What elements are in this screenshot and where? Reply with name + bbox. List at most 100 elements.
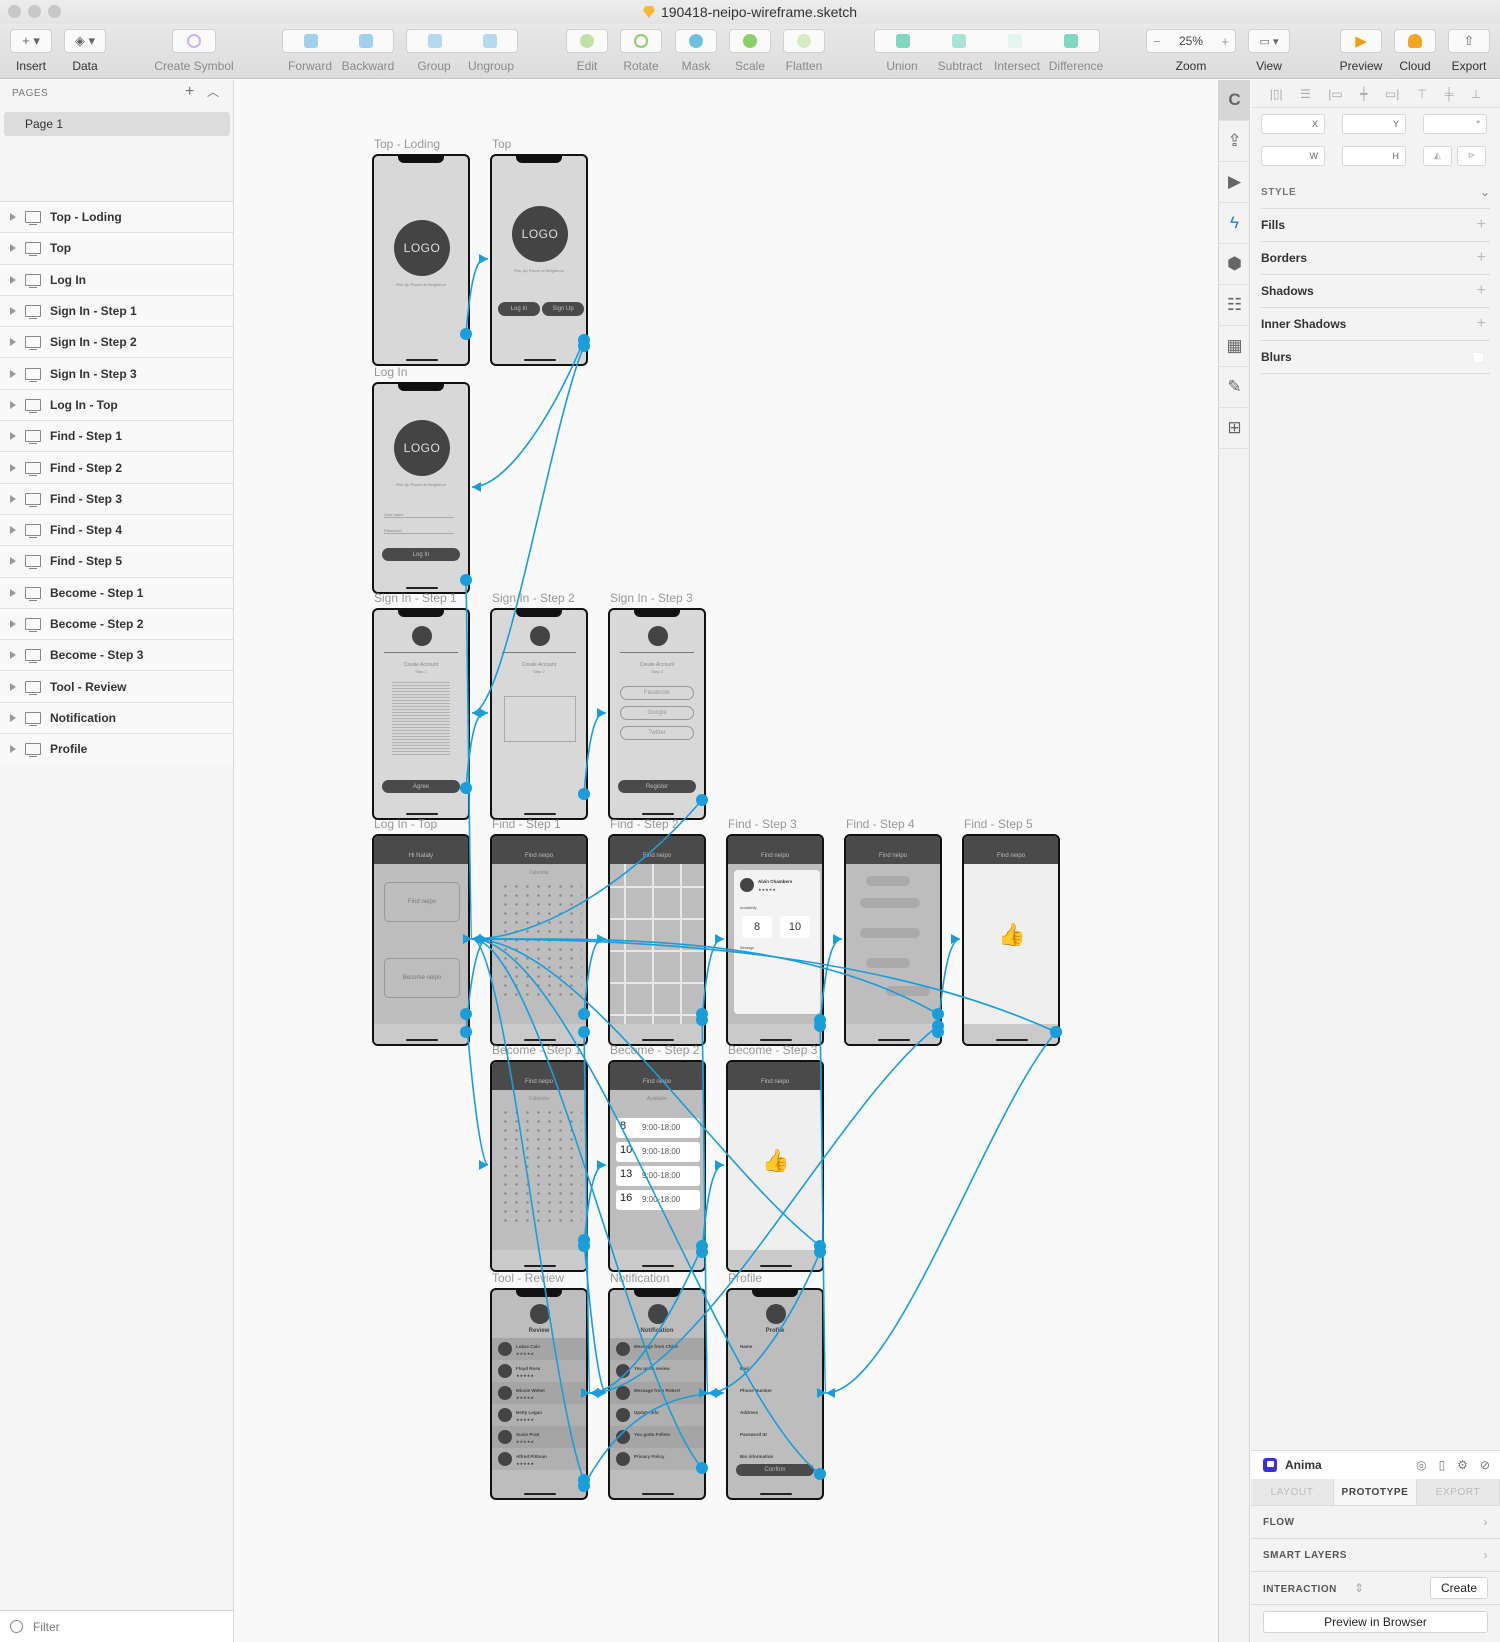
artboard-profile[interactable]: Profile Name Mail Phone Number Address Passwo… (726, 1288, 824, 1500)
tab-bar[interactable] (492, 1250, 586, 1270)
artboard-title[interactable]: Find - Step 5 (964, 817, 1033, 831)
list-row[interactable]: Lukas Cain ★★★★★ (492, 1338, 586, 1360)
artboard-title[interactable]: Sign In - Step 1 (374, 591, 457, 605)
layer-item[interactable]: Sign In - Step 1 (0, 294, 233, 327)
artboard-title[interactable]: Tool - Review (492, 1271, 564, 1285)
artboard-title[interactable]: Find - Step 3 (728, 817, 797, 831)
settings-icon[interactable]: ⚙ (1457, 1458, 1468, 1472)
align-left-icon[interactable]: |▭ (1328, 87, 1342, 101)
list-row[interactable]: Message from Robert (610, 1382, 704, 1404)
layer-item[interactable]: Find - Step 4 (0, 513, 233, 546)
time-slot[interactable]: 16 9:00-18:00 (616, 1190, 700, 1210)
craft-plugin-icon[interactable]: C (1219, 80, 1250, 121)
disclosure-triangle-icon[interactable] (10, 213, 16, 222)
layout-list-icon[interactable]: ☷ (1219, 285, 1250, 326)
layer-item[interactable]: Top (0, 232, 233, 264)
disclosure-triangle-icon[interactable] (10, 557, 16, 566)
upload-icon[interactable]: ⇪ (1219, 121, 1250, 162)
align-middle-icon[interactable]: ╪ (1445, 87, 1454, 101)
id-card-upload[interactable] (504, 696, 576, 742)
flip-vertical-button[interactable]: ⊳ (1457, 146, 1486, 166)
disclosure-triangle-icon[interactable] (10, 651, 16, 660)
disclosure-triangle-icon[interactable] (10, 713, 16, 722)
flip-horizontal-button[interactable]: ◭ (1423, 146, 1452, 166)
forward-icon[interactable] (303, 34, 318, 48)
list-row[interactable]: Floyd Ross ★★★★★ (492, 1360, 586, 1382)
add-page-button[interactable]: + (185, 83, 194, 101)
social-option-button[interactable]: Google (620, 706, 694, 720)
password-field[interactable]: Password (384, 528, 454, 534)
day-chip[interactable]: 8 (742, 916, 772, 938)
disclosure-triangle-icon[interactable] (10, 244, 16, 253)
artboard-title[interactable]: Become - Step 3 (728, 1043, 817, 1057)
list-row[interactable]: Alfred Pittman ★★★★★ (492, 1448, 586, 1470)
disclosure-triangle-icon[interactable] (10, 338, 16, 347)
list-row[interactable]: Betty Logan ★★★★★ (492, 1404, 586, 1426)
page-item-page-1[interactable]: Page 1 (4, 112, 230, 136)
edit-frame-icon[interactable]: ✎ (1219, 367, 1250, 408)
list-row[interactable]: You gotta review (610, 1360, 704, 1382)
add-fill-button[interactable]: + (1477, 216, 1486, 234)
disclosure-triangle-icon[interactable] (10, 369, 16, 378)
height-field[interactable]: H (1342, 146, 1406, 166)
filter-bar[interactable]: Filter (0, 1610, 233, 1642)
disclosure-triangle-icon[interactable] (10, 463, 16, 472)
flatten-button[interactable] (783, 29, 825, 53)
create-interaction-button[interactable]: Create (1429, 1577, 1488, 1599)
list-row[interactable]: Name (728, 1338, 822, 1360)
edit-button[interactable] (566, 29, 608, 53)
list-row[interactable]: Susie Pratt ★★★★★ (492, 1426, 586, 1448)
distribute-vertical-icon[interactable]: ☰ (1300, 87, 1311, 101)
list-row[interactable]: Mail (728, 1360, 822, 1382)
align-bottom-icon[interactable]: ⊥ (1471, 87, 1481, 101)
find-neipo-card[interactable]: Find neipo (384, 882, 460, 922)
layer-item[interactable]: Profile (0, 733, 233, 765)
disclosure-triangle-icon[interactable] (10, 307, 16, 316)
artboard-review[interactable]: Review Lukas Cain ★★★★★ Floyd Ross ★★★★★ Minn… (490, 1288, 588, 1500)
artboard-title[interactable]: Log In (374, 365, 407, 379)
play-icon[interactable]: ▶ (1219, 162, 1250, 203)
artboard-login-top[interactable]: Hi Nataly Find neipo Become neipo (372, 834, 470, 1046)
subtract-icon[interactable] (952, 34, 966, 48)
zoom-out-button[interactable]: − (1153, 34, 1161, 49)
smart-layers-row[interactable]: SMART LAYERS › (1251, 1539, 1500, 1572)
style-section-header[interactable]: STYLE ⌄ (1261, 176, 1490, 209)
map-view[interactable] (610, 864, 704, 1024)
cloud-button[interactable] (1394, 29, 1436, 53)
artboard-find2[interactable]: Find neipo (608, 834, 706, 1046)
artboard-title[interactable]: Top (492, 137, 511, 151)
day-chip[interactable]: 10 (780, 916, 810, 938)
layer-item[interactable]: Log In (0, 263, 233, 295)
duplicate-grid-icon[interactable]: ▦ (1219, 326, 1250, 367)
difference-icon[interactable] (1064, 34, 1078, 48)
view-button[interactable]: ▭ ▾ (1248, 29, 1290, 53)
disclosure-triangle-icon[interactable] (10, 682, 16, 691)
artboard-signin2[interactable]: Create Account Step 2 (490, 608, 588, 820)
create-symbol-button[interactable] (172, 29, 216, 53)
connection-line[interactable] (825, 1031, 1057, 1394)
zoom-in-button[interactable]: + (1221, 34, 1229, 49)
social-option-button[interactable]: Twitter (620, 726, 694, 740)
layer-item[interactable]: Find - Step 5 (0, 545, 233, 577)
x-field[interactable]: X (1261, 114, 1325, 134)
list-row[interactable]: Minnie Weber ★★★★★ (492, 1382, 586, 1404)
login-submit-button[interactable]: Log In (382, 548, 460, 561)
artboard-become1[interactable]: Find neipo Calendar (490, 1060, 588, 1272)
artboard-signin1[interactable]: Create Account Step 1 Agree (372, 608, 470, 820)
canvas[interactable]: Top - Loding LOGO Pick Up Parcel at Neighb… (234, 80, 1218, 1642)
disclosure-triangle-icon[interactable] (10, 745, 16, 754)
width-field[interactable]: W (1261, 146, 1325, 166)
tab-bar[interactable] (492, 1024, 586, 1044)
disclosure-triangle-icon[interactable] (10, 275, 16, 284)
artboard-top-loding[interactable]: LOGO Pick Up Parcel at Neighbour (372, 154, 470, 366)
list-row[interactable]: You gotta Follow (610, 1426, 704, 1448)
time-slot[interactable]: 13 9:00-18:00 (616, 1166, 700, 1186)
list-row[interactable]: Privacy Policy (610, 1448, 704, 1470)
compass-icon[interactable]: ⊘ (1480, 1458, 1490, 1472)
layer-item[interactable]: Notification (0, 701, 233, 734)
lightning-icon[interactable]: ϟ (1219, 203, 1250, 244)
register-button[interactable]: Register (618, 780, 696, 793)
tab-layout[interactable]: LAYOUT (1251, 1479, 1334, 1505)
artboard-signin3[interactable]: Create Account Step 3 Facebook Google Twitte… (608, 608, 706, 820)
tab-prototype[interactable]: PROTOTYPE (1334, 1479, 1417, 1505)
